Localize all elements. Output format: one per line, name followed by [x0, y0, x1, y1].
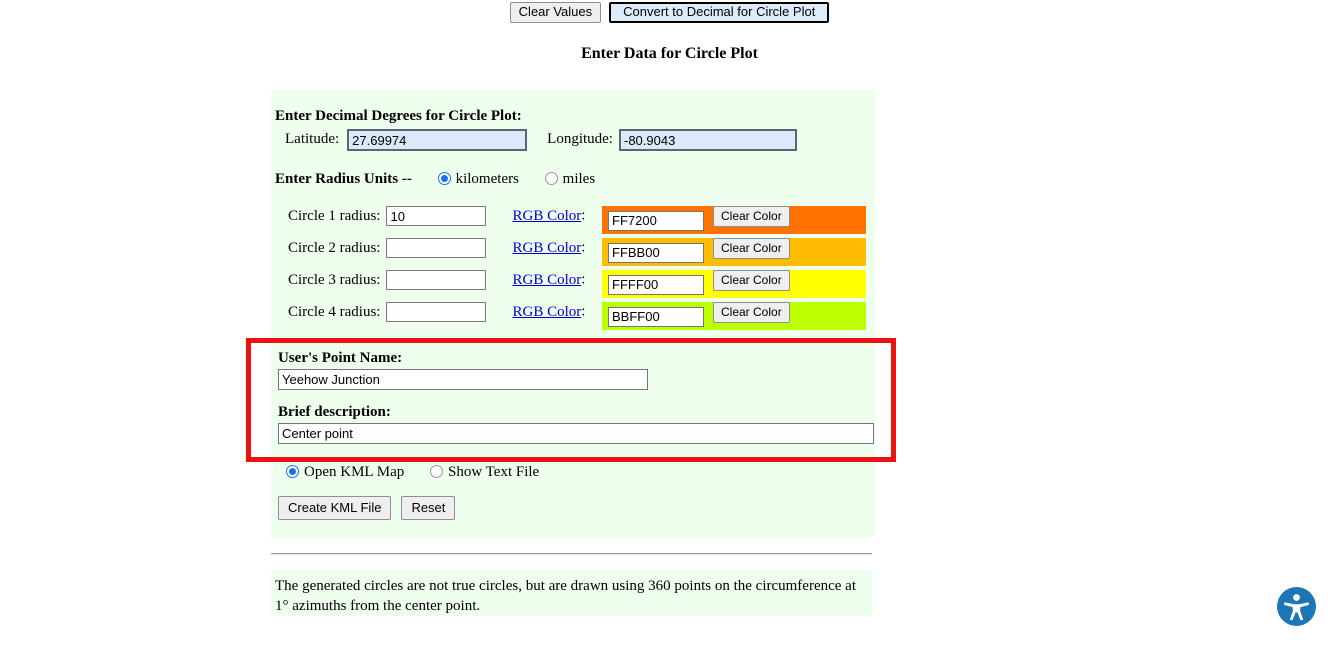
circle-2-color-swatch: Clear Color [602, 238, 866, 266]
circle-4-radius-input[interactable] [386, 302, 487, 322]
latitude-label: Latitude: [285, 131, 340, 148]
circle-2-radius-input[interactable] [386, 238, 487, 258]
circle-2-rgb-color-link[interactable]: RGB Color [512, 240, 581, 256]
footer-note-panel: The generated circles are not true circl… [271, 570, 872, 616]
circle-1-hex-input[interactable] [608, 210, 704, 231]
brief-description-input[interactable] [278, 423, 874, 444]
radio-open-kml-map-label: Open KML Map [304, 464, 405, 480]
form-action-buttons: Create KML File Reset [275, 496, 875, 520]
longitude-input[interactable] [618, 129, 797, 151]
accessibility-person-icon [1284, 594, 1309, 621]
user-point-block: User's Point Name: Brief description: [275, 350, 875, 444]
radio-miles-icon[interactable] [544, 172, 558, 185]
circle-1-radius-input[interactable] [386, 206, 487, 226]
user-point-name-input[interactable] [278, 369, 648, 390]
radius-units-heading: Enter Radius Units -- [275, 171, 412, 187]
circle-row-1: Circle 1 radius: RGB Color: Clear Color [275, 206, 875, 238]
footer-note-text: The generated circles are not true circl… [275, 578, 857, 614]
circle-3-rgb-color-link[interactable]: RGB Color [512, 272, 581, 288]
circle-3-radius-input[interactable] [386, 270, 487, 290]
section-divider [271, 553, 872, 555]
decimal-degrees-heading: Enter Decimal Degrees for Circle Plot: [275, 108, 522, 124]
radio-option-kilometers[interactable]: kilometers [437, 171, 519, 187]
page-title: Enter Data for Circle Plot [581, 45, 758, 62]
radio-option-miles[interactable]: miles [544, 171, 596, 187]
circle-4-clear-color-button[interactable]: Clear Color [713, 302, 790, 323]
radio-open-kml-map-icon[interactable] [286, 465, 299, 478]
create-kml-file-button[interactable]: Create KML File [278, 496, 392, 520]
convert-to-decimal-button[interactable]: Convert to Decimal for Circle Plot [609, 2, 830, 23]
brief-description-heading: Brief description: [278, 404, 391, 420]
accessibility-widget-button[interactable] [1277, 587, 1316, 626]
circle-1-label: Circle 1 radius: [288, 207, 381, 224]
radio-miles-label: miles [562, 171, 596, 187]
circle-4-rgb-color-link[interactable]: RGB Color [512, 304, 581, 320]
circle-1-rgb-colon: : [581, 207, 586, 224]
circle-row-2: Circle 2 radius: RGB Color: Clear Color [275, 238, 875, 270]
radio-kilometers-icon[interactable] [437, 172, 451, 185]
circle-4-label: Circle 4 radius: [288, 303, 381, 320]
circle-row-4: Circle 4 radius: RGB Color: Clear Color [275, 302, 875, 334]
radio-kilometers-label: kilometers [455, 171, 519, 187]
radio-show-text-file-label: Show Text File [448, 464, 540, 480]
circle-3-hex-input[interactable] [608, 274, 704, 295]
circle-plot-form-panel: Enter Decimal Degrees for Circle Plot: L… [271, 90, 875, 538]
reset-button[interactable]: Reset [401, 496, 456, 520]
circle-4-hex-input[interactable] [608, 306, 704, 327]
circle-2-label: Circle 2 radius: [288, 239, 381, 256]
circle-4-color-swatch: Clear Color [602, 302, 866, 330]
top-toolbar: Clear Values Convert to Decimal for Circl… [0, 2, 1339, 23]
longitude-label: Longitude: [547, 131, 613, 148]
radio-option-show-text-file[interactable]: Show Text File [430, 464, 539, 480]
user-point-name-heading: User's Point Name: [278, 350, 403, 366]
circle-4-rgb-colon: : [581, 303, 586, 320]
circle-3-label: Circle 3 radius: [288, 271, 381, 288]
radio-show-text-file-icon[interactable] [430, 465, 444, 478]
circle-1-clear-color-button[interactable]: Clear Color [713, 206, 790, 227]
clear-values-button[interactable]: Clear Values [509, 2, 602, 23]
circle-3-rgb-colon: : [581, 271, 586, 288]
circle-3-clear-color-button[interactable]: Clear Color [713, 270, 790, 291]
circle-2-clear-color-button[interactable]: Clear Color [713, 238, 790, 259]
circle-1-rgb-color-link[interactable]: RGB Color [512, 208, 581, 224]
circle-2-hex-input[interactable] [608, 242, 704, 263]
circle-2-rgb-colon: : [581, 239, 586, 256]
radio-option-open-kml-map[interactable]: Open KML Map [286, 464, 404, 480]
output-options-row: Open KML Map Show Text File [275, 464, 875, 481]
latitude-input[interactable] [347, 129, 528, 151]
coordinate-inputs-row: Latitude: Longitude: [285, 129, 875, 151]
circle-3-color-swatch: Clear Color [602, 270, 866, 298]
radius-units-row: Enter Radius Units -- kilometers miles [275, 171, 875, 188]
circle-radius-list: Circle 1 radius: RGB Color: Clear Color C… [275, 206, 875, 334]
page-root: Clear Values Convert to Decimal for Circl… [0, 0, 1339, 649]
circle-row-3: Circle 3 radius: RGB Color: Clear Color [275, 270, 875, 302]
circle-1-color-swatch: Clear Color [602, 206, 866, 234]
